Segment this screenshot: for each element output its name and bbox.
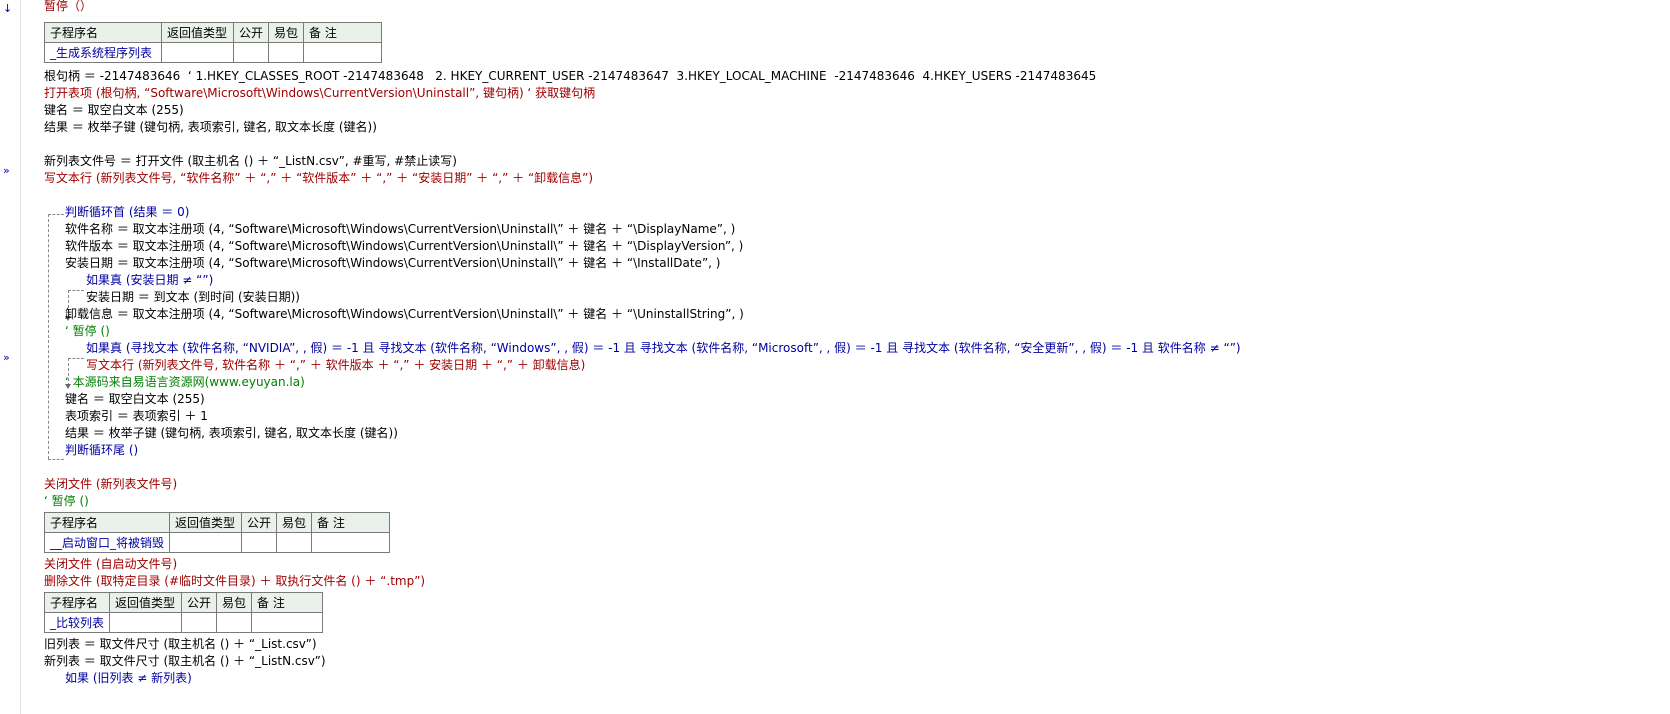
public-cell[interactable]: [232, 42, 270, 63]
header-public: 公开: [181, 592, 218, 613]
header-remark: 备 注: [251, 592, 324, 613]
code-line[interactable]: 卸载信息 ＝ 取文本注册项 (4, “Software\Microsoft\Wi…: [65, 305, 744, 323]
code-line-pause[interactable]: 暂停（）: [44, 0, 92, 15]
header-subroutine-name: 子程序名: [43, 512, 171, 533]
code-line[interactable]: 写文本行 (新列表文件号, 软件名称 ＋ “,” ＋ 软件版本 ＋ “,” ＋ …: [86, 356, 585, 374]
remark-cell[interactable]: [251, 612, 324, 633]
header-return-type: 返回值类型: [161, 22, 234, 43]
remark-cell[interactable]: [311, 532, 391, 553]
subroutine-table: 子程序名 返回值类型 公开 易包 备 注 _生成系统程序列表: [44, 22, 383, 63]
return-type-cell[interactable]: [109, 612, 183, 633]
subroutine-table: 子程序名 返回值类型 公开 易包 备 注 _比较列表: [43, 592, 324, 633]
easy-package-cell[interactable]: [216, 612, 253, 633]
comment-line[interactable]: ‘ 暂停 (): [65, 322, 110, 340]
header-public: 公开: [232, 22, 270, 43]
code-line[interactable]: 删除文件 (取特定目录 (#临时文件目录) ＋ 取执行文件名 () ＋ “.tm…: [44, 572, 425, 590]
easy-package-cell[interactable]: [276, 532, 313, 553]
code-line[interactable]: 键名 ＝ 取空白文本 (255): [65, 390, 205, 408]
if-line[interactable]: 如果真 (安装日期 ≠ “”): [86, 271, 213, 289]
subroutine-table: 子程序名 返回值类型 公开 易包 备 注 __启动窗口_将被销毁: [43, 512, 391, 553]
subroutine-name-cell[interactable]: _比较列表: [43, 612, 111, 633]
loop-guide-bottom: [48, 459, 64, 460]
code-line[interactable]: 软件名称 ＝ 取文本注册项 (4, “Software\Microsoft\Wi…: [65, 220, 735, 238]
loop-guide: [48, 214, 49, 459]
header-return-type: 返回值类型: [109, 592, 183, 613]
public-cell[interactable]: [241, 532, 278, 553]
code-line[interactable]: 关闭文件 (新列表文件号): [44, 475, 177, 493]
code-line[interactable]: 表项索引 ＝ 表项索引 ＋ 1: [65, 407, 208, 425]
if-line[interactable]: 如果 (旧列表 ≠ 新列表): [65, 669, 192, 687]
loop-guide-top: [48, 214, 64, 215]
code-line[interactable]: 软件版本 ＝ 取文本注册项 (4, “Software\Microsoft\Wi…: [65, 237, 743, 255]
return-type-cell[interactable]: [169, 532, 243, 553]
comment-line[interactable]: ‘ 本源码来自易语言资源网(www.eyuyan.la): [65, 373, 305, 391]
header-public: 公开: [241, 512, 278, 533]
code-line[interactable]: 根句柄 ＝ -2147483646 ‘ 1.HKEY_CLASSES_ROOT …: [44, 67, 1096, 85]
code-line[interactable]: 新列表文件号 ＝ 打开文件 (取主机名 () ＋ “_ListN.csv”, #…: [44, 152, 457, 170]
if-line[interactable]: 如果真 (寻找文本 (软件名称, “NVIDIA”, , 假) ＝ -1 且 寻…: [86, 339, 1241, 357]
header-easy-package: 易包: [268, 22, 305, 43]
remark-cell[interactable]: [303, 42, 383, 63]
header-easy-package: 易包: [216, 592, 253, 613]
header-remark: 备 注: [303, 22, 383, 43]
easy-package-cell[interactable]: [268, 42, 305, 63]
subroutine-name-cell[interactable]: _生成系统程序列表: [44, 42, 162, 63]
header-subroutine-name: 子程序名: [43, 592, 111, 613]
subroutine-name-cell[interactable]: __启动窗口_将被销毁: [43, 532, 171, 553]
code-line[interactable]: 关闭文件 (自启动文件号): [44, 555, 177, 573]
header-remark: 备 注: [311, 512, 391, 533]
loop-start-line[interactable]: 判断循环首 (结果 ＝ 0): [65, 203, 189, 221]
code-line[interactable]: 写文本行 (新列表文件号, “软件名称” ＋ “,” ＋ “软件版本” ＋ “,…: [44, 169, 593, 187]
code-line[interactable]: 键名 ＝ 取空白文本 (255): [44, 101, 184, 119]
code-line[interactable]: 新列表 ＝ 取文件尺寸 (取主机名 () ＋ “_ListN.csv”): [44, 652, 326, 670]
public-cell[interactable]: [181, 612, 218, 633]
if-guide-top: [68, 290, 84, 291]
return-type-cell[interactable]: [161, 42, 234, 63]
loop-end-line[interactable]: 判断循环尾 (): [65, 441, 138, 459]
header-subroutine-name: 子程序名: [44, 22, 162, 43]
code-line[interactable]: 结果 ＝ 枚举子键 (键句柄, 表项索引, 键名, 取文本长度 (键名)): [65, 424, 398, 442]
header-easy-package: 易包: [276, 512, 313, 533]
if-guide-top: [68, 358, 84, 359]
comment-line[interactable]: ‘ 暂停 (): [44, 492, 89, 510]
code-editor[interactable]: 暂停（） 子程序名 返回值类型 公开 易包 备 注 _生成系统程序列表 根句柄 …: [0, 0, 1670, 714]
code-line[interactable]: 安装日期 ＝ 取文本注册项 (4, “Software\Microsoft\Wi…: [65, 254, 720, 272]
code-line[interactable]: 旧列表 ＝ 取文件尺寸 (取主机名 () ＋ “_List.csv”): [44, 635, 317, 653]
header-return-type: 返回值类型: [169, 512, 243, 533]
code-line[interactable]: 打开表项 (根句柄, “Software\Microsoft\Windows\C…: [44, 84, 595, 102]
code-line[interactable]: 结果 ＝ 枚举子键 (键句柄, 表项索引, 键名, 取文本长度 (键名)): [44, 118, 377, 136]
code-line[interactable]: 安装日期 ＝ 到文本 (到时间 (安装日期)): [86, 288, 300, 306]
